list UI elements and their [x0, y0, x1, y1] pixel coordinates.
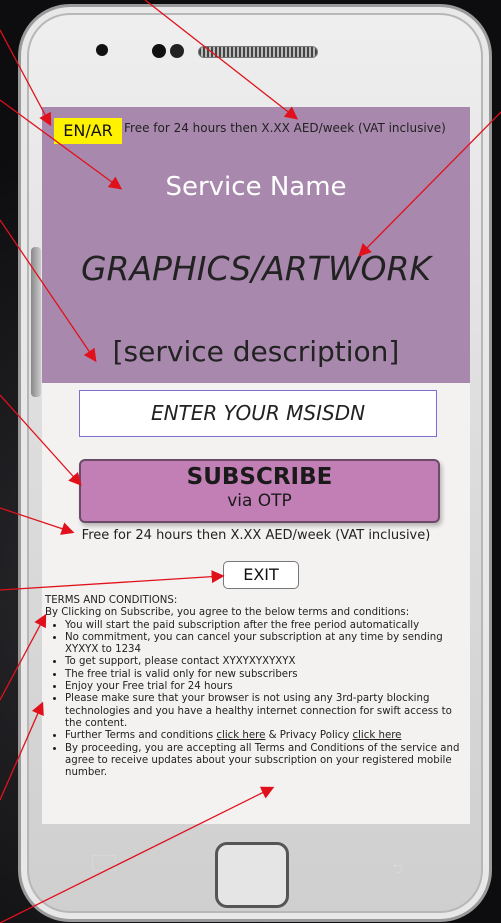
graphics-placeholder: GRAPHICS/ARTWORK [80, 249, 432, 288]
terms-item: Enjoy your Free trial for 24 hours [65, 681, 469, 693]
exit-button[interactable]: EXIT [223, 561, 299, 589]
subscribe-sublabel: via OTP [227, 491, 292, 511]
speaker-grill [198, 46, 318, 58]
back-icon[interactable]: ⮌ [392, 858, 403, 882]
terms-heading: TERMS AND CONDITIONS: [45, 595, 178, 606]
terms-item: No commitment, you can cancel your subsc… [65, 632, 469, 657]
terms-list: You will start the paid subscription aft… [45, 620, 469, 780]
price-note-top: Free for 24 hours then X.XX AED/week (VA… [124, 121, 446, 135]
privacy-link[interactable]: click here [352, 730, 401, 741]
further-terms-text: Further Terms and conditions [65, 730, 214, 742]
terms-item: By proceeding, you are accepting all Ter… [65, 743, 469, 780]
terms-link[interactable]: click here [216, 730, 265, 741]
terms-item: To get support, please contact XYXYXYXYX… [65, 656, 469, 668]
side-volume-button [31, 247, 41, 397]
sensor-dot [152, 44, 166, 58]
subscribe-button[interactable]: SUBSCRIBE via OTP [79, 459, 440, 523]
camera-dot [96, 44, 108, 56]
terms-item-links: Further Terms and conditions click here … [65, 730, 469, 742]
phone-screen: EN/AR Free for 24 hours then X.XX AED/we… [42, 107, 470, 824]
service-name: Service Name [165, 172, 347, 202]
terms-item: Please make sure that your browser is no… [65, 693, 469, 730]
service-description: [service description] [112, 335, 400, 368]
terms-intro: By Clicking on Subscribe, you agree to t… [45, 607, 410, 619]
subscribe-label: SUBSCRIBE [186, 464, 333, 490]
terms-section: TERMS AND CONDITIONS: By Clicking on Sub… [45, 595, 469, 779]
msisdn-input[interactable]: ENTER YOUR MSISDN [79, 390, 437, 437]
home-button[interactable] [215, 842, 289, 908]
language-toggle[interactable]: EN/AR [54, 118, 122, 144]
terms-item: The free trial is valid only for new sub… [65, 669, 469, 681]
hero-banner: EN/AR Free for 24 hours then X.XX AED/we… [42, 107, 470, 383]
recent-apps-icon[interactable] [92, 855, 116, 871]
terms-item: You will start the paid subscription aft… [65, 620, 469, 632]
privacy-text: & Privacy Policy [268, 730, 350, 742]
price-note-bottom: Free for 24 hours then X.XX AED/week (VA… [81, 528, 431, 543]
sensor-dot-2 [170, 44, 184, 58]
